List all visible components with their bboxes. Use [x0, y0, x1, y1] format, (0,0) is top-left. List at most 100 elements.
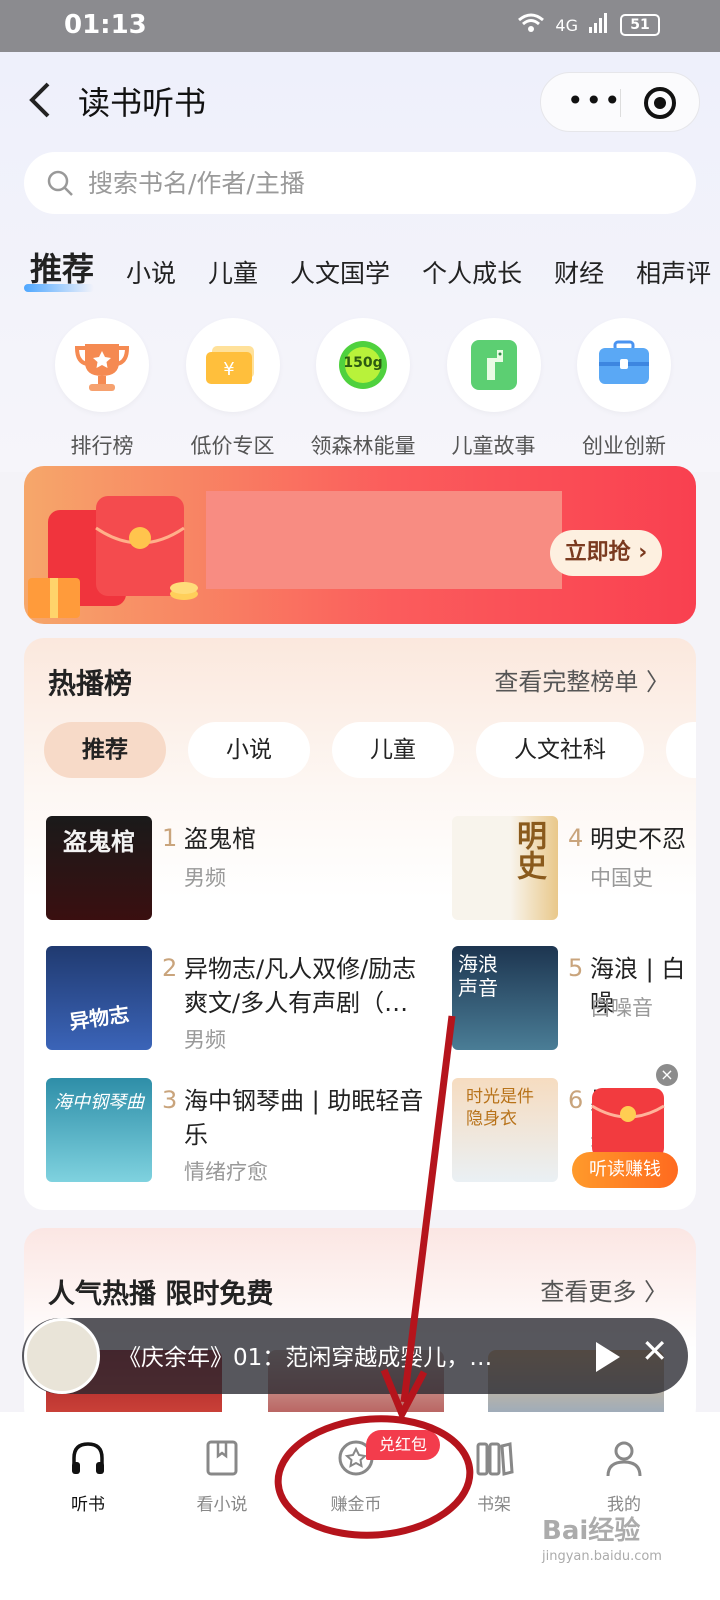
- listen-earn-label: 听读赚钱: [572, 1152, 678, 1188]
- energy-badge: 150g: [343, 355, 383, 371]
- quick-entry-forest-energy[interactable]: 150g 领森林能量: [299, 318, 427, 460]
- cover-title: 盗鬼棺: [63, 828, 135, 856]
- book-cover: 盗鬼棺: [46, 816, 152, 920]
- close-player-button[interactable]: ✕: [641, 1332, 668, 1370]
- watermark-brand: Bai经验: [542, 1516, 641, 1546]
- view-full-ranking-link[interactable]: 查看完整榜单 〉: [494, 662, 670, 697]
- book-cover: 明史: [452, 816, 558, 920]
- book-cover: 异物志: [46, 946, 152, 1050]
- tab-recommend[interactable]: 推荐: [23, 244, 95, 292]
- tab-growth[interactable]: 个人成长: [422, 254, 522, 290]
- book-title: 明史不忍: [590, 825, 686, 853]
- banner-redacted-area: [206, 491, 562, 589]
- tab-crosstalk[interactable]: 相声评: [636, 254, 711, 290]
- cover-title: 海中钢琴曲: [54, 1092, 144, 1113]
- status-icons: 4G 51: [517, 12, 660, 38]
- search-input[interactable]: [88, 168, 648, 198]
- list-item[interactable]: 异物志 2 异物志/凡人双修/励志爽文/多人有声剧（… 男频: [46, 946, 446, 1056]
- mini-player[interactable]: 《庆余年》01：范闲穿越成婴儿，… ✕: [22, 1318, 688, 1394]
- capsule-divider: [620, 89, 621, 117]
- cover-title: 时光是件隐身衣: [466, 1087, 534, 1129]
- chip-humanities[interactable]: 人文社科: [476, 722, 644, 778]
- book-category: 男频: [184, 1028, 226, 1052]
- battery-icon: 51: [620, 14, 660, 36]
- tab-label: 书架: [477, 1495, 511, 1515]
- quick-entry-startup[interactable]: 创业创新: [560, 318, 688, 460]
- grab-now-button[interactable]: 立即抢 ›: [550, 530, 662, 576]
- book-icon: [206, 1440, 238, 1476]
- rank-number: 4: [568, 824, 584, 852]
- promo-banner[interactable]: 立即抢 ›: [24, 466, 696, 624]
- more-button[interactable]: •••: [567, 87, 623, 115]
- page-title: 读书听书: [78, 84, 207, 122]
- tab-read-novel[interactable]: 看小说: [172, 1438, 272, 1515]
- listen-earn-widget[interactable]: × 听读赚钱: [572, 1064, 684, 1200]
- energy-ball-icon: 150g: [316, 318, 410, 412]
- tab-novel[interactable]: 小说: [126, 254, 176, 290]
- tab-listen[interactable]: 听书: [38, 1438, 138, 1515]
- rank-number: 5: [568, 954, 584, 982]
- tab-finance[interactable]: 财经: [554, 254, 604, 290]
- quick-entry-label: 低价专区: [190, 434, 275, 458]
- book-title: 盗鬼棺: [184, 825, 256, 853]
- quick-entry-ranking[interactable]: 排行榜: [38, 318, 166, 460]
- quick-entry-low-price[interactable]: ¥ 低价专区: [169, 318, 297, 460]
- back-button[interactable]: [22, 78, 58, 122]
- giraffe-icon: [446, 318, 541, 412]
- red-packet-icon: [591, 1088, 665, 1158]
- status-time: 01:13: [64, 10, 147, 40]
- tab-children[interactable]: 儿童: [208, 254, 258, 290]
- wifi-icon: [517, 12, 545, 38]
- cover-title: 海浪声音: [458, 952, 498, 1000]
- bookshelf-icon: [476, 1442, 514, 1476]
- close-icon[interactable]: ×: [656, 1064, 678, 1086]
- rank-number: 2: [162, 954, 178, 982]
- baidu-jingyan-watermark: Bai经验 jingyan.baidu.com: [542, 1510, 662, 1564]
- book-category: 男频: [184, 866, 226, 890]
- tab-label: 听书: [71, 1495, 105, 1515]
- tab-label: 看小说: [196, 1495, 248, 1515]
- now-playing-title: 《庆余年》01：范闲穿越成婴儿，…: [118, 1345, 493, 1371]
- book-title: 海中钢琴曲 | 助眠轻音乐: [184, 1087, 424, 1149]
- header: 读书听书 •••: [0, 52, 720, 148]
- ranking-filter-chips: 推荐 小说 儿童 人文社科 个: [44, 722, 696, 778]
- cover-title: 明史: [511, 820, 546, 880]
- trophy-icon: [55, 318, 149, 412]
- list-item[interactable]: 明史 4 明史不忍 中国史: [452, 816, 696, 926]
- search-icon: [47, 170, 73, 196]
- tab-humanities[interactable]: 人文国学: [290, 254, 390, 290]
- chip-children[interactable]: 儿童: [332, 722, 454, 778]
- person-icon: [606, 1441, 642, 1477]
- headphones-icon: [72, 1442, 104, 1474]
- watermark-url: jingyan.baidu.com: [542, 1549, 662, 1564]
- quick-entry-label: 创业创新: [582, 434, 666, 458]
- close-miniprogram-button[interactable]: [644, 87, 676, 119]
- hot-ranking-title: 热播榜: [48, 667, 133, 700]
- quick-entry-label: 领森林能量: [310, 434, 416, 458]
- tab-profile[interactable]: 我的: [574, 1438, 674, 1515]
- chip-recommend[interactable]: 推荐: [44, 722, 166, 778]
- tab-bookshelf[interactable]: 书架: [444, 1438, 544, 1515]
- quick-entry-kids-story[interactable]: 儿童故事: [430, 318, 558, 460]
- popular-title: 人气热播 限时免费: [48, 1279, 274, 1310]
- play-icon[interactable]: [596, 1342, 620, 1372]
- player-cover-avatar: [24, 1318, 100, 1394]
- quick-entry-label: 排行榜: [70, 434, 134, 458]
- list-item[interactable]: 盗鬼棺 1 盗鬼棺 男频: [46, 816, 426, 926]
- coupon-icon: ¥: [185, 318, 280, 412]
- book-category: 情绪疗愈: [184, 1160, 268, 1184]
- view-more-link[interactable]: 查看更多 〉: [540, 1272, 668, 1307]
- list-item[interactable]: 海浪声音 5 海浪 | 白噪 白噪音: [452, 946, 696, 1056]
- tab-label: 赚金币: [330, 1495, 382, 1515]
- book-title: 异物志/凡人双修/励志爽文/多人有声剧（…: [184, 955, 417, 1017]
- redeem-red-packet-badge: 兑红包: [366, 1430, 440, 1460]
- chip-more[interactable]: 个: [666, 722, 696, 778]
- book-category: 中国史: [590, 866, 653, 890]
- search-bar[interactable]: [24, 152, 696, 214]
- chevron-left-icon: [29, 82, 50, 118]
- chip-novel[interactable]: 小说: [188, 722, 310, 778]
- list-item[interactable]: 海中钢琴曲 3 海中钢琴曲 | 助眠轻音乐 情绪疗愈: [46, 1078, 446, 1188]
- network-type: 4G: [555, 15, 578, 35]
- briefcase-icon: [577, 318, 671, 412]
- rank-number: 3: [162, 1086, 178, 1114]
